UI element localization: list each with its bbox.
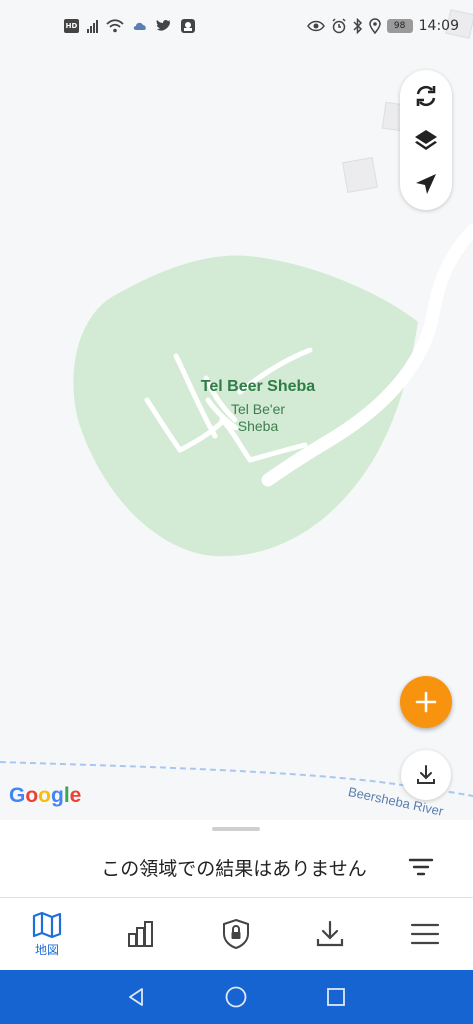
cloud-icon xyxy=(133,22,146,30)
filter-button[interactable] xyxy=(404,850,438,884)
stats-icon xyxy=(128,921,153,947)
nav-item-map[interactable]: 地図 xyxy=(0,898,94,970)
nav-item-privacy[interactable] xyxy=(189,898,283,970)
battery-indicator: 98 xyxy=(386,19,413,33)
results-sheet[interactable]: この領域での結果はありません xyxy=(0,820,473,898)
map-building xyxy=(342,157,378,193)
refresh-button[interactable] xyxy=(408,78,444,114)
download-icon xyxy=(316,920,344,947)
my-location-icon xyxy=(416,174,436,194)
place-alt-name-line2: Sheba xyxy=(237,418,279,434)
lock-shield-icon xyxy=(223,918,249,950)
hd-icon: HD xyxy=(64,19,79,33)
status-bar: HD 98 14:09 xyxy=(0,0,473,58)
home-button[interactable] xyxy=(221,982,251,1012)
no-results-message: この領域での結果はありません xyxy=(101,858,367,880)
download-map-button[interactable] xyxy=(401,750,451,800)
location-icon xyxy=(368,18,381,34)
eye-icon xyxy=(306,20,325,32)
alarm-icon xyxy=(332,18,346,34)
signal-icon xyxy=(87,19,98,33)
layers-button[interactable] xyxy=(408,122,444,158)
app-icon xyxy=(181,19,195,33)
place-alt-name-label: Tel Be'er Sheba xyxy=(216,401,300,435)
place-name-label[interactable]: Tel Beer Sheba xyxy=(188,378,328,396)
google-attribution-logo: Google xyxy=(9,784,82,807)
sheet-drag-handle[interactable] xyxy=(212,827,260,831)
back-button[interactable] xyxy=(121,982,151,1012)
bottom-navigation: 地図 xyxy=(0,898,473,970)
add-fab-button[interactable] xyxy=(400,676,452,728)
home-icon xyxy=(225,986,247,1008)
my-location-button[interactable] xyxy=(408,166,444,202)
refresh-icon xyxy=(416,85,436,107)
nav-item-stats[interactable] xyxy=(94,898,188,970)
plus-icon xyxy=(415,691,437,713)
system-navigation-bar xyxy=(0,970,473,1024)
status-time: 14:09 xyxy=(418,18,459,34)
status-left-icons: HD xyxy=(64,18,196,34)
bluetooth-icon xyxy=(353,18,362,34)
nav-item-downloads[interactable] xyxy=(283,898,377,970)
map-controls-pill xyxy=(400,70,452,210)
menu-icon xyxy=(410,923,440,945)
layers-icon xyxy=(415,130,437,150)
recents-button[interactable] xyxy=(321,982,351,1012)
download-icon xyxy=(417,765,435,784)
twitter-icon xyxy=(156,19,171,31)
nav-item-menu[interactable] xyxy=(378,898,472,970)
wifi-icon xyxy=(106,19,124,33)
back-icon xyxy=(129,988,143,1006)
status-right-icons: 98 14:09 xyxy=(306,18,459,34)
filter-icon xyxy=(408,858,434,876)
recents-icon xyxy=(327,988,345,1006)
map-icon xyxy=(32,911,62,938)
nav-label-map: 地図 xyxy=(34,942,59,957)
place-alt-name-line1: Tel Be'er xyxy=(230,401,286,417)
